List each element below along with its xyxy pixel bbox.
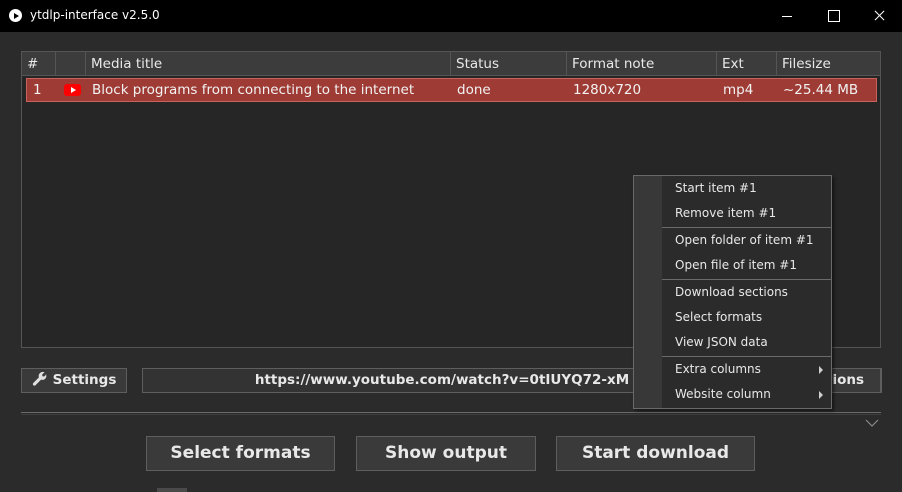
wrench-icon — [32, 371, 47, 386]
row-number: 1 — [33, 82, 42, 98]
menu-item-open-file[interactable]: Open file of item #1 — [662, 253, 831, 278]
row-ext: mp4 — [723, 82, 754, 98]
menu-item-download-sections[interactable]: Download sections — [662, 280, 831, 305]
menu-item-open-folder[interactable]: Open folder of item #1 — [662, 228, 831, 253]
row-filesize: ~25.44 MB — [783, 82, 859, 98]
column-header-media-title[interactable]: Media title — [86, 52, 451, 76]
row-status: done — [457, 82, 491, 98]
app-play-icon — [9, 9, 22, 22]
window-title: ytdlp-interface v2.5.0 — [30, 8, 160, 22]
settings-button[interactable]: Settings — [21, 368, 127, 393]
table-row[interactable]: 1 Block programs from connecting to the … — [26, 78, 877, 102]
select-formats-button[interactable]: Select formats — [146, 436, 335, 471]
expander-divider — [21, 412, 881, 415]
column-header-website[interactable] — [56, 52, 86, 76]
row-format-note: 1280x720 — [573, 82, 642, 98]
menu-item-remove-item[interactable]: Remove item #1 — [662, 201, 831, 226]
submenu-arrow-icon — [819, 391, 823, 399]
column-header-status[interactable]: Status — [451, 52, 567, 76]
menu-item-extra-columns[interactable]: Extra columns — [662, 357, 831, 382]
menu-item-select-formats[interactable]: Select formats — [662, 305, 831, 330]
row-media-title: Block programs from connecting to the in… — [92, 82, 415, 98]
chevron-down-icon[interactable] — [864, 418, 880, 428]
minimize-icon[interactable] — [764, 0, 810, 32]
menu-item-website-column[interactable]: Website column — [662, 382, 831, 407]
column-header-number[interactable]: # — [22, 52, 56, 76]
column-header-format-note[interactable]: Format note — [567, 52, 717, 76]
menu-item-extra-columns-label: Extra columns — [675, 362, 761, 376]
partial-control — [157, 488, 187, 492]
column-header-filesize[interactable]: Filesize — [777, 52, 880, 76]
table-header: # Media title Status Format note Ext Fil… — [22, 52, 880, 76]
context-menu: Start item #1 Remove item #1 Open folder… — [633, 175, 832, 409]
column-header-ext[interactable]: Ext — [717, 52, 777, 76]
submenu-arrow-icon — [819, 366, 823, 374]
close-icon[interactable] — [856, 0, 902, 32]
title-bar: ytdlp-interface v2.5.0 — [0, 0, 902, 32]
maximize-icon[interactable] — [810, 0, 856, 32]
start-download-button[interactable]: Start download — [556, 436, 755, 471]
menu-item-start-item[interactable]: Start item #1 — [662, 176, 831, 201]
menu-item-view-json[interactable]: View JSON data — [662, 330, 831, 355]
menu-item-website-column-label: Website column — [675, 387, 771, 401]
show-output-button[interactable]: Show output — [356, 436, 536, 471]
settings-label: Settings — [52, 372, 117, 388]
youtube-icon — [64, 84, 81, 96]
menu-gutter — [634, 176, 662, 408]
